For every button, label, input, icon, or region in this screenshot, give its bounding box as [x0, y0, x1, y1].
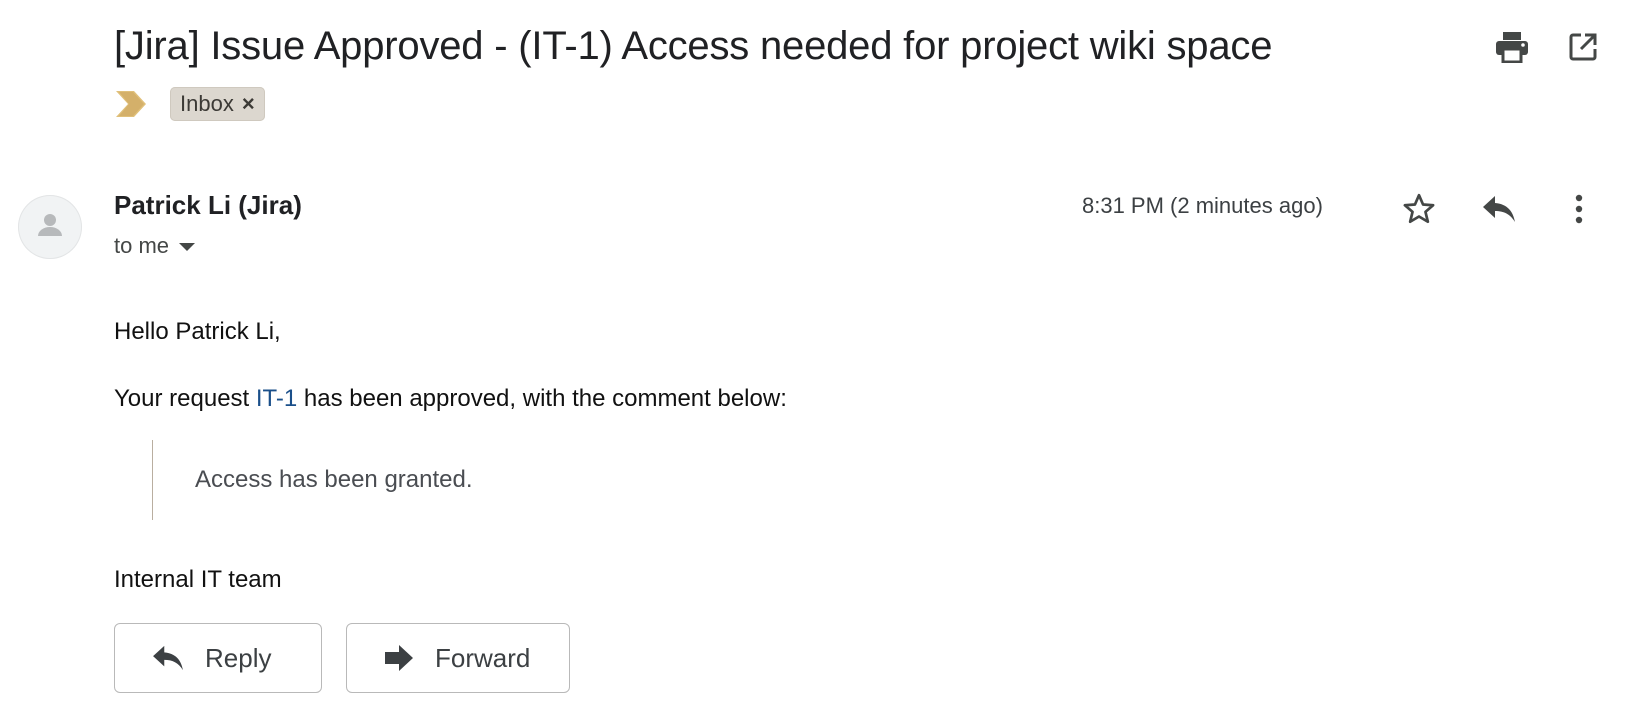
forward-button[interactable]: Forward [346, 623, 570, 693]
chevron-down-icon [179, 243, 196, 251]
person-icon [38, 214, 62, 236]
forward-icon [385, 645, 413, 671]
print-icon[interactable] [1493, 28, 1531, 66]
more-vertical-icon[interactable] [1558, 188, 1600, 230]
recipient-text: to me [114, 233, 170, 258]
quoted-comment: Access has been granted. [152, 440, 473, 520]
star-icon[interactable] [1398, 188, 1440, 230]
reply-button-label: Reply [205, 642, 272, 673]
importance-marker-icon[interactable] [116, 91, 152, 117]
email-intro: Your request IT-1 has been approved, wit… [114, 385, 787, 413]
intro-text-start: Your request [114, 385, 256, 412]
email-subject: [Jira] Issue Approved - (IT-1) Access ne… [114, 24, 1273, 68]
label-text: Inbox [180, 91, 234, 116]
avatar[interactable] [18, 195, 82, 259]
email-greeting: Hello Patrick Li, [114, 318, 281, 345]
sender-name[interactable]: Patrick Li (Jira) [114, 190, 302, 221]
email-view: [Jira] Issue Approved - (IT-1) Access ne… [0, 0, 1626, 715]
reply-icon[interactable] [1478, 188, 1520, 230]
forward-button-label: Forward [435, 642, 531, 673]
open-in-new-window-icon[interactable] [1564, 28, 1602, 66]
email-signature: Internal IT team [114, 566, 282, 593]
remove-label-icon[interactable]: × [242, 93, 255, 115]
intro-text-end: has been approved, with the comment belo… [297, 385, 787, 412]
email-timestamp: 8:31 PM (2 minutes ago) [1082, 193, 1323, 218]
recipient-details-toggle[interactable]: to me [114, 233, 196, 259]
reply-icon [153, 645, 183, 671]
inbox-label-chip[interactable]: Inbox × [170, 87, 265, 121]
issue-link[interactable]: IT-1 [256, 385, 297, 412]
quoted-comment-text: Access has been granted. [195, 466, 473, 493]
reply-button[interactable]: Reply [114, 623, 322, 693]
